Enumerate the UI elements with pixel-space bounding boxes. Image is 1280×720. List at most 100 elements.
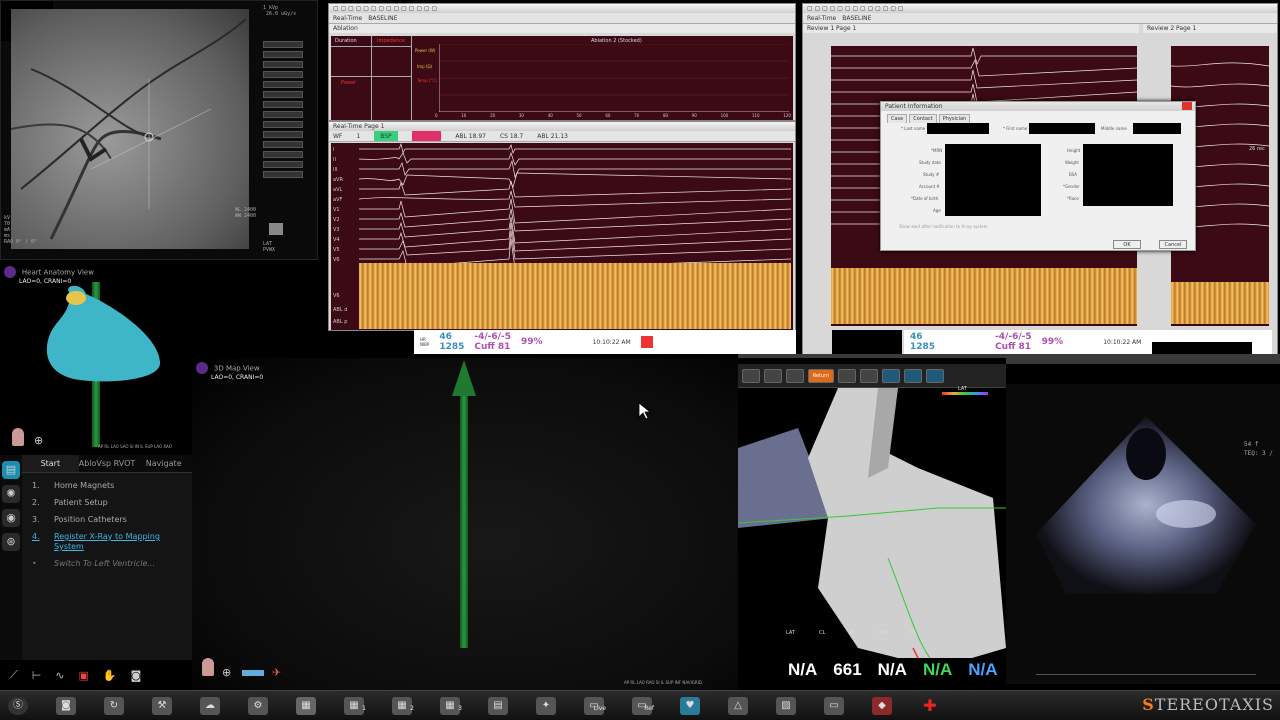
spo2-value: 99% bbox=[520, 337, 543, 347]
camera-icon[interactable]: ◙ bbox=[131, 669, 142, 682]
settings-icon[interactable]: ✺ bbox=[2, 485, 20, 503]
tab-case[interactable]: Case bbox=[887, 114, 908, 123]
review-baseline-dropdown[interactable]: BASELINE bbox=[842, 13, 871, 23]
stereotaxis-logo-icon bbox=[4, 266, 16, 278]
hr-nibp-group: 46 1285 bbox=[910, 332, 935, 352]
catheter-icon[interactable] bbox=[242, 670, 264, 676]
fluoro-catheters bbox=[10, 18, 247, 240]
gear-icon[interactable]: ⚙ bbox=[248, 696, 268, 715]
graph-icon[interactable]: ∿ bbox=[55, 669, 64, 682]
tab-ablovsp-rvot[interactable]: AbloVsp RVOT bbox=[79, 455, 136, 472]
hand-icon[interactable]: ✋ bbox=[103, 669, 117, 682]
clock: 10:10:22 AM bbox=[592, 338, 631, 346]
tab-contact[interactable]: Contact bbox=[909, 114, 937, 123]
tab-physician[interactable]: Physician bbox=[938, 114, 971, 123]
home-icon[interactable]: Ⓢ bbox=[8, 696, 28, 715]
cuff-value: Cuff 81 bbox=[995, 342, 1032, 352]
fluoro-thumb-icon[interactable] bbox=[269, 223, 283, 235]
refresh-icon[interactable]: ↻ bbox=[104, 696, 124, 715]
carto-tool-button[interactable] bbox=[742, 368, 760, 383]
fluoro-bottom-right: WL 2400 WW 2400 bbox=[235, 207, 257, 219]
carto-tool-button[interactable] bbox=[838, 368, 856, 383]
carto-return-button[interactable]: Return bbox=[808, 368, 834, 383]
view-thumb-icon[interactable]: ▦ 1 bbox=[344, 696, 366, 715]
carto-tool-button[interactable] bbox=[860, 368, 878, 383]
last-name-field[interactable] bbox=[927, 123, 989, 134]
target-icon[interactable]: ✈ bbox=[272, 666, 281, 679]
cancel-button[interactable]: Cancel bbox=[1159, 240, 1187, 249]
ruler-icon[interactable]: ⊢ bbox=[32, 669, 42, 682]
hr-value: 46 bbox=[439, 332, 452, 342]
workflow-step[interactable]: 1. Home Magnets bbox=[32, 481, 182, 491]
3d-map-view[interactable]: 3D Map View LAO=0, CRANI=0 ⊕ ✈ AP RL LAO… bbox=[192, 358, 738, 692]
baseline-dropdown[interactable]: BASELINE bbox=[368, 13, 397, 23]
ablation-thumb-icon[interactable]: ◆ bbox=[872, 696, 892, 715]
magnet-icon[interactable]: ⊛ bbox=[2, 533, 20, 551]
heart-thumb-icon[interactable]: ♥ bbox=[680, 696, 700, 715]
tab-navigate[interactable]: Navigate bbox=[135, 455, 192, 472]
map-thumb-icon[interactable]: △ bbox=[728, 696, 748, 715]
measure-icon[interactable]: ⟋ bbox=[10, 668, 18, 682]
realtime-window-title[interactable]: Real-Time Page 1 bbox=[329, 122, 795, 131]
review-titlebar[interactable]: ▢ ▢ ▢ ▢ ▢ ▢ ▢ ▢ ▢ ▢ ▢ ▢ ▢ bbox=[803, 4, 1277, 13]
view-thumb-icon[interactable]: ▦ 3 bbox=[440, 696, 462, 715]
carto-tool-button[interactable] bbox=[786, 368, 804, 383]
map-view-nav[interactable]: AP RL LAO RAO SI IL SUP INF NAVIGRID bbox=[624, 680, 702, 685]
workflow-step[interactable]: 2. Patient Setup bbox=[32, 498, 182, 508]
report-thumb-icon[interactable]: ▧ bbox=[776, 696, 796, 715]
view-thumb-icon[interactable]: ▦ 2 bbox=[392, 696, 414, 715]
view-thumb-icon[interactable]: ▦ bbox=[296, 696, 316, 715]
ultrasound-timeline[interactable] bbox=[1036, 674, 1256, 675]
dialog-footnote[interactable]: Show alert after notification to X-ray s… bbox=[899, 224, 988, 229]
ablation-power-label: Power bbox=[341, 80, 357, 86]
carto-tool-button[interactable] bbox=[882, 368, 900, 383]
fluoro-controls[interactable] bbox=[263, 41, 303, 191]
fluoro-thumb-icon[interactable]: ▤ bbox=[488, 696, 508, 715]
heart-model[interactable] bbox=[40, 284, 164, 384]
carto-tool-button[interactable] bbox=[904, 368, 922, 383]
workflow-icon[interactable]: ▤ bbox=[2, 461, 20, 479]
record-icon[interactable]: ▣ bbox=[79, 669, 89, 682]
carto-anatomy-shell[interactable] bbox=[738, 388, 1006, 658]
divider bbox=[331, 76, 411, 77]
mouse-cursor-icon bbox=[638, 402, 652, 420]
orientation-cube-icon[interactable]: ⊕ bbox=[34, 434, 43, 447]
workflow-step[interactable]: 3. Position Catheters bbox=[32, 515, 182, 525]
ice-ultrasound-view[interactable]: 54 f TEQ: 3 / bbox=[1006, 384, 1280, 684]
close-icon[interactable] bbox=[1182, 102, 1192, 110]
tab-start[interactable]: Start bbox=[22, 455, 79, 472]
patient-metrics-redacted[interactable] bbox=[1083, 144, 1173, 206]
catheter-tool-icon[interactable]: ⚒ bbox=[152, 696, 172, 715]
orientation-cube-icon[interactable]: ⊕ bbox=[222, 666, 231, 679]
middle-name-field[interactable] bbox=[1133, 123, 1181, 134]
ok-button[interactable]: OK bbox=[1113, 240, 1141, 249]
workflow-step[interactable]: • Switch To Left Ventricle... bbox=[32, 559, 182, 569]
workflow-step-active[interactable]: 4. Register X-Ray to Mapping System bbox=[32, 532, 182, 552]
realtime-dropdown[interactable]: Real-Time bbox=[333, 13, 362, 23]
heart-anatomy-view[interactable]: Heart Anatomy View LAO=0, CRANI=0 ⊕ AP R… bbox=[0, 262, 192, 452]
patient-orientation-icon[interactable] bbox=[12, 428, 24, 446]
bip-value: N/A bbox=[968, 660, 998, 679]
patient-dialog-title[interactable]: Patient Information bbox=[881, 102, 1195, 111]
vitals-status-bar-left: HR NIBP 46 1285 -4/-6/-5 Cuff 81 99% 10:1… bbox=[414, 330, 796, 354]
monitor-thumb-icon[interactable]: ▭ bbox=[824, 696, 844, 715]
catheter-thumb-icon[interactable]: ✦ bbox=[536, 696, 556, 715]
bsp-indicator[interactable]: BSP bbox=[374, 131, 398, 141]
carto-tool-button[interactable] bbox=[764, 368, 782, 383]
ablation-window-titlebar[interactable]: ▢ ▢ ▢ ▢ ▢ ▢ ▢ ▢ ▢ ▢ ▢ ▢ ▢ ▢ bbox=[329, 4, 795, 13]
ref-thumb-icon[interactable]: ▭ Ref bbox=[632, 696, 654, 715]
patient-details-redacted[interactable] bbox=[945, 144, 1041, 216]
emergency-icon[interactable]: ✚ bbox=[920, 696, 940, 715]
first-name-field[interactable] bbox=[1029, 123, 1095, 134]
alarm-icon[interactable] bbox=[640, 336, 653, 348]
fluoro-corner-info: LAT PVWX bbox=[263, 241, 276, 253]
live-thumb-icon[interactable]: ▭ Live bbox=[584, 696, 606, 715]
egm-trace-area[interactable]: I II III aVR aVL aVF V1 V2 V3 V4 V5 V6 V… bbox=[331, 143, 793, 330]
heart-view-nav[interactable]: AP RL LAO SAO SI IN IL SUP LAO RAO bbox=[98, 444, 172, 449]
patient-orientation-icon[interactable] bbox=[202, 658, 214, 676]
cloud-icon[interactable]: ☁ bbox=[200, 696, 220, 715]
carto-tool-button[interactable] bbox=[926, 368, 944, 383]
review-realtime-dropdown[interactable]: Real-Time bbox=[807, 13, 836, 23]
camera-icon[interactable]: ◙ bbox=[56, 696, 76, 715]
view-icon[interactable]: ◉ bbox=[2, 509, 20, 527]
